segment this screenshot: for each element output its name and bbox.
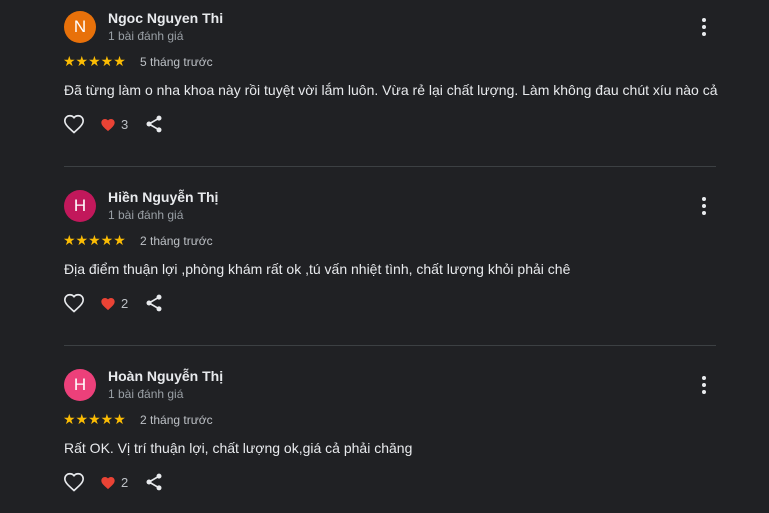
star-rating: ★★★★★ bbox=[63, 53, 126, 69]
review-time: 5 tháng trước bbox=[140, 55, 213, 69]
like-heart-outline-icon[interactable] bbox=[63, 471, 85, 493]
share-icon[interactable] bbox=[144, 293, 164, 313]
review-card: N Ngoc Nguyen Thi 1 bài đánh giá ★★★★★ 5… bbox=[0, 0, 769, 179]
reviewer-name[interactable]: Ngoc Nguyen Thi bbox=[108, 10, 223, 26]
review-text: Rất OK. Vị trí thuận lợi, chất lượng ok,… bbox=[64, 440, 413, 456]
avatar[interactable]: H bbox=[64, 190, 96, 222]
reaction-count: 2 bbox=[121, 296, 129, 311]
divider bbox=[64, 166, 716, 167]
reviewer-review-count: 1 bài đánh giá bbox=[108, 208, 184, 222]
heart-reaction-icon bbox=[101, 118, 115, 132]
review-time: 2 tháng trước bbox=[140, 234, 213, 248]
review-time: 2 tháng trước bbox=[140, 413, 213, 427]
star-rating: ★★★★★ bbox=[63, 411, 126, 427]
review-card: H Hoàn Nguyễn Thị 1 bài đánh giá ★★★★★ 2… bbox=[0, 358, 769, 513]
divider bbox=[64, 345, 716, 346]
reviews-list: N Ngoc Nguyen Thi 1 bài đánh giá ★★★★★ 5… bbox=[0, 0, 769, 513]
review-text: Địa điểm thuận lợi ,phòng khám rất ok ,t… bbox=[64, 261, 571, 277]
review-actions: 2 bbox=[63, 292, 183, 316]
reviewer-name[interactable]: Hoàn Nguyễn Thị bbox=[108, 368, 223, 384]
review-actions: 3 bbox=[63, 113, 183, 137]
heart-reaction-icon bbox=[101, 297, 115, 311]
avatar[interactable]: H bbox=[64, 369, 96, 401]
heart-reaction-icon bbox=[101, 476, 115, 490]
like-heart-outline-icon[interactable] bbox=[63, 113, 85, 135]
more-options-icon[interactable] bbox=[694, 16, 714, 38]
reviewer-review-count: 1 bài đánh giá bbox=[108, 387, 184, 401]
like-heart-outline-icon[interactable] bbox=[63, 292, 85, 314]
review-text: Đã từng làm o nha khoa này rồi tuyệt vời… bbox=[64, 82, 718, 98]
share-icon[interactable] bbox=[144, 114, 164, 134]
share-icon[interactable] bbox=[144, 472, 164, 492]
reviewer-name[interactable]: Hiền Nguyễn Thị bbox=[108, 189, 218, 205]
reaction-count: 3 bbox=[121, 117, 129, 132]
avatar[interactable]: N bbox=[64, 11, 96, 43]
review-card: H Hiền Nguyễn Thị 1 bài đánh giá ★★★★★ 2… bbox=[0, 179, 769, 358]
more-options-icon[interactable] bbox=[694, 195, 714, 217]
star-rating: ★★★★★ bbox=[63, 232, 126, 248]
review-actions: 2 bbox=[63, 471, 183, 495]
reviewer-review-count: 1 bài đánh giá bbox=[108, 29, 184, 43]
more-options-icon[interactable] bbox=[694, 374, 714, 396]
reaction-count: 2 bbox=[121, 475, 129, 490]
